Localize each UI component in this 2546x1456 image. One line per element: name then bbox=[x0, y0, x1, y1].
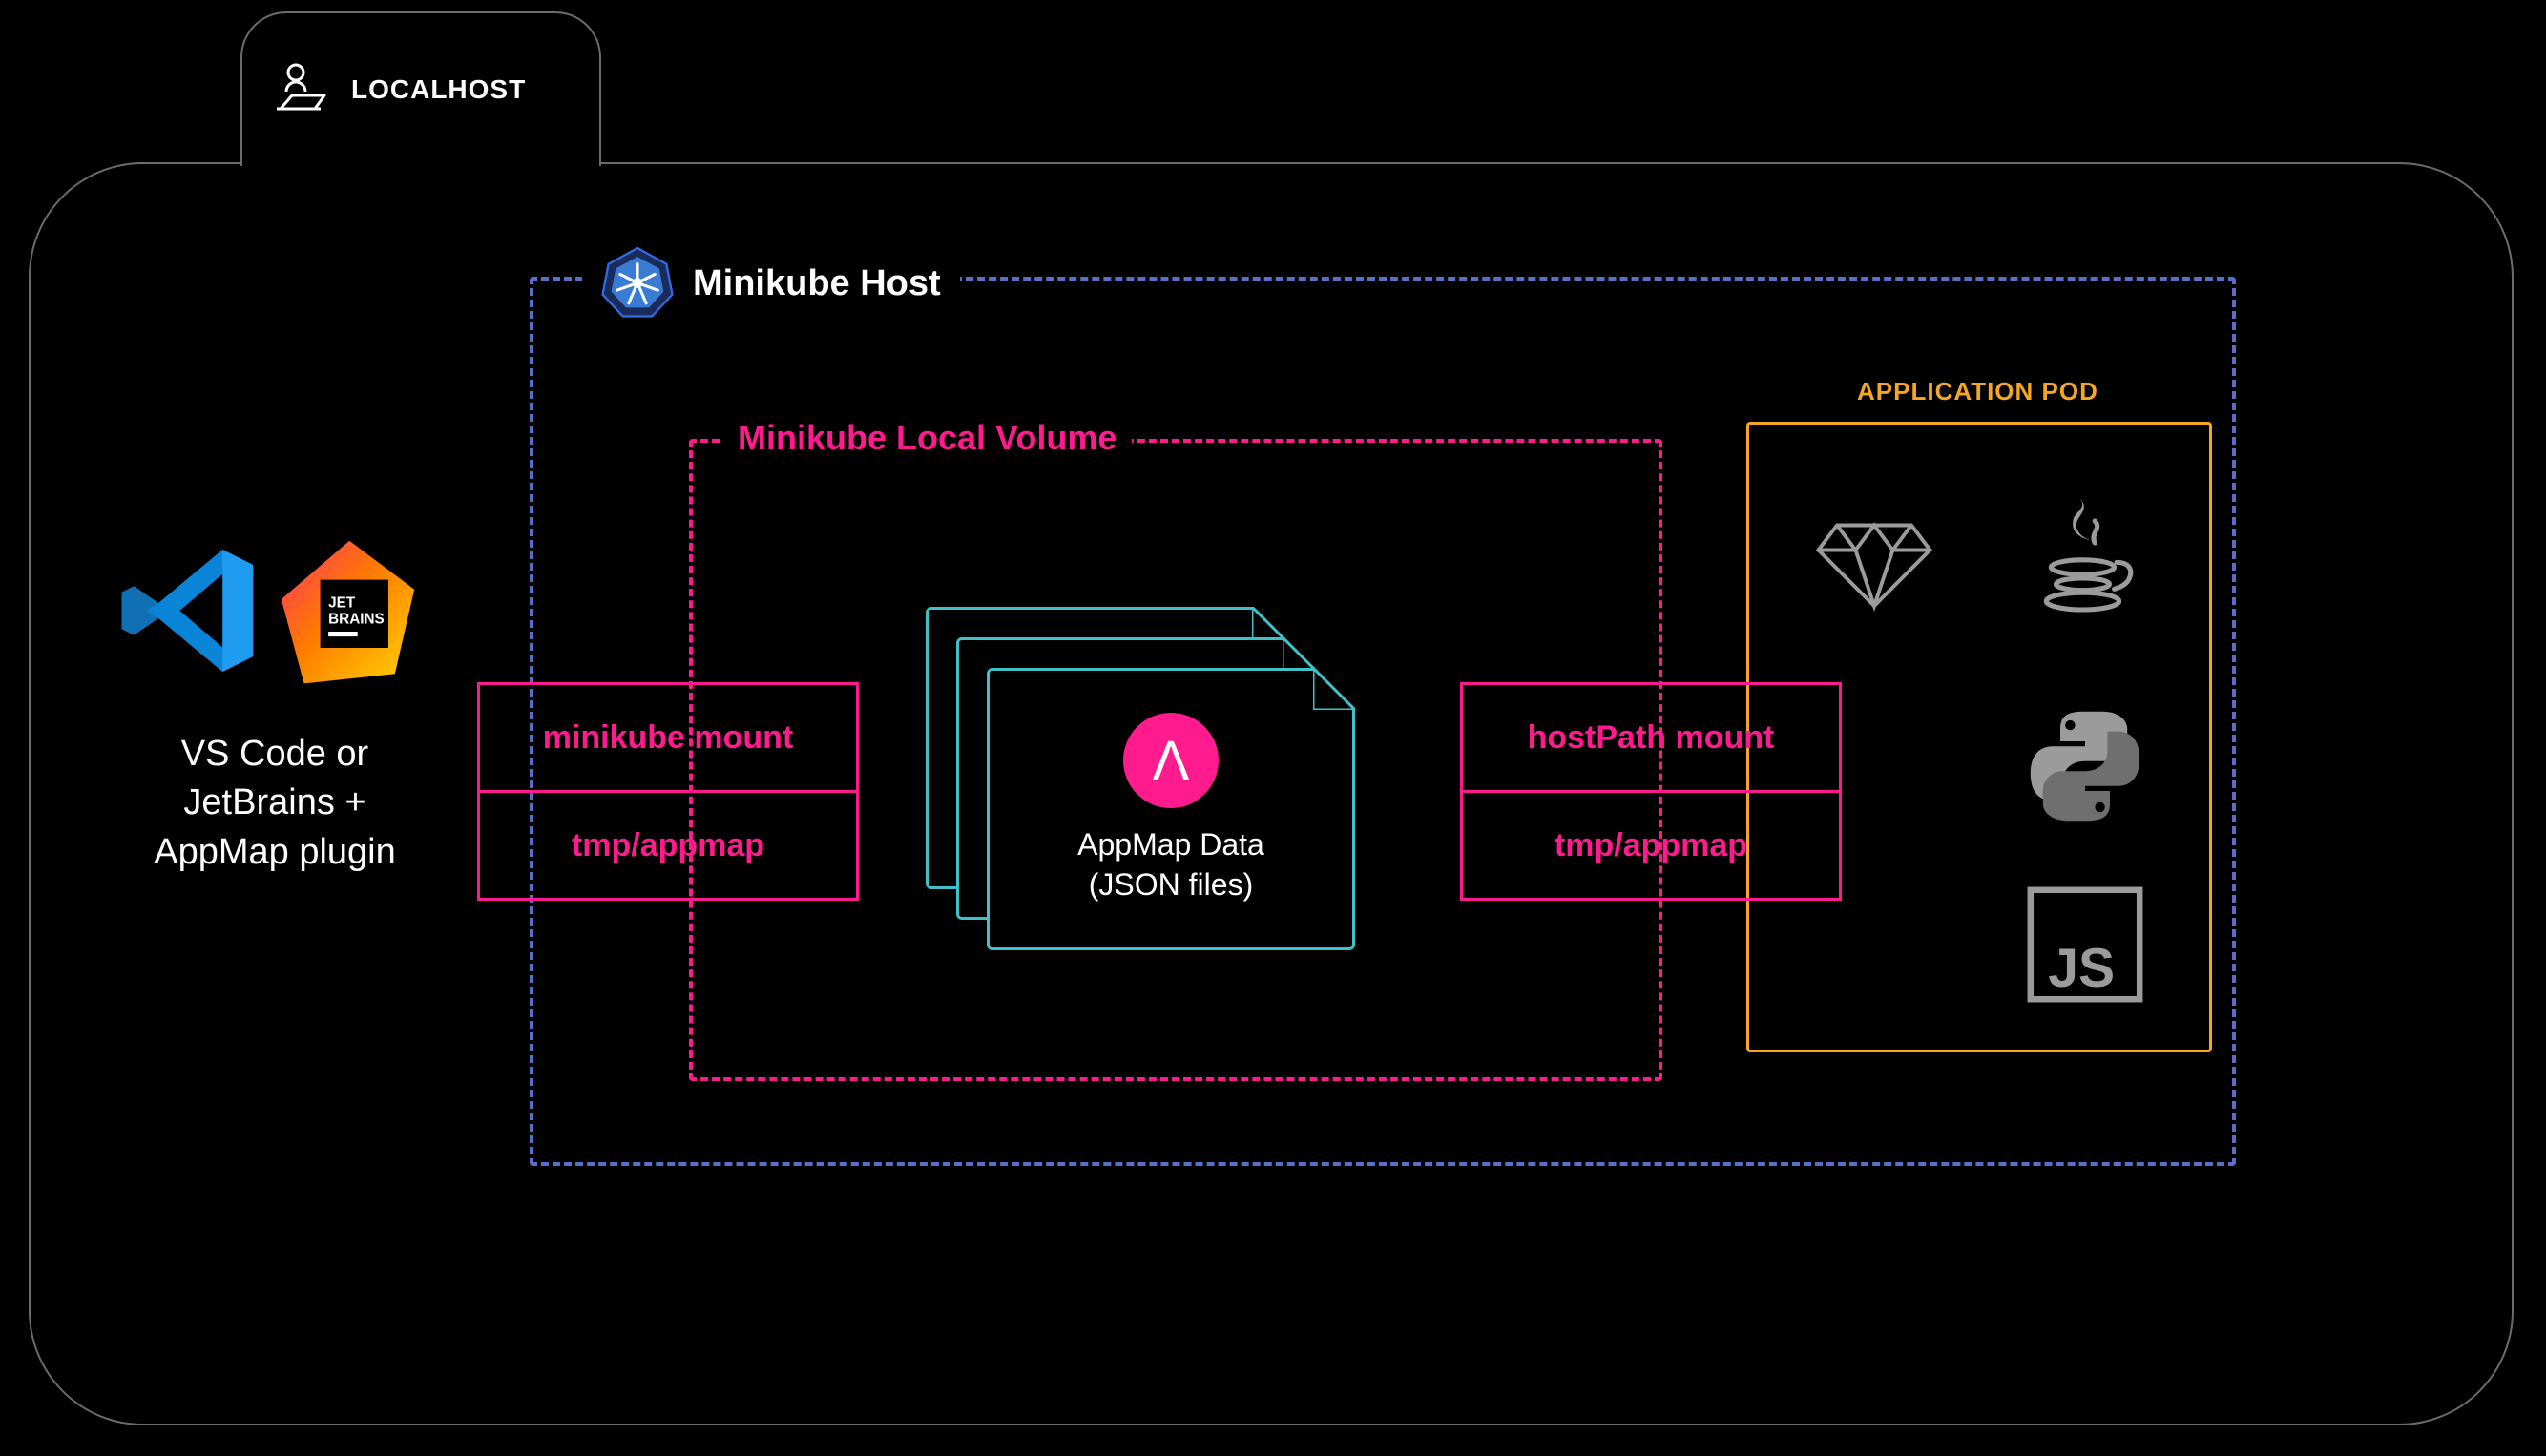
svg-text:BRAINS: BRAINS bbox=[328, 612, 385, 628]
python-icon bbox=[2023, 704, 2147, 833]
appmap-data-card-front: Λ AppMap Data (JSON files) bbox=[987, 668, 1355, 950]
appmap-data-caption: AppMap Data (JSON files) bbox=[1077, 825, 1264, 905]
ruby-icon bbox=[1812, 494, 1936, 623]
ide-caption: VS Code or JetBrains + AppMap plugin bbox=[84, 730, 466, 877]
appmap-data-subtitle: (JSON files) bbox=[1077, 865, 1264, 905]
minikube-host-title: Minikube Host bbox=[582, 245, 960, 322]
hostpath-mount-label: hostPath mount bbox=[1463, 685, 1839, 790]
ide-caption-line3: AppMap plugin bbox=[84, 828, 466, 877]
hostpath-mount-path: tmp/appmap bbox=[1463, 790, 1839, 898]
application-pod-label: APPLICATION POD bbox=[1857, 377, 2098, 406]
minikube-mount-label: minikube mount bbox=[480, 685, 856, 790]
svg-text:JS: JS bbox=[2048, 938, 2115, 999]
hostpath-mount-box: hostPath mount tmp/appmap bbox=[1460, 682, 1842, 901]
localhost-tab: LOCALHOST bbox=[240, 11, 601, 166]
ide-caption-line2: JetBrains + bbox=[84, 779, 466, 827]
minikube-local-volume-label: Minikube Local Volume bbox=[722, 418, 1132, 458]
javascript-icon: JS bbox=[2023, 883, 2147, 1011]
kubernetes-icon bbox=[601, 245, 674, 322]
ide-cluster: JET BRAINS VS Code or JetBrains + AppMap… bbox=[84, 534, 466, 877]
appmap-logo-icon: Λ bbox=[1123, 713, 1219, 808]
localhost-label: LOCALHOST bbox=[351, 74, 526, 105]
jetbrains-icon: JET BRAINS bbox=[275, 534, 437, 701]
vscode-icon bbox=[113, 534, 265, 701]
java-icon bbox=[2023, 489, 2147, 628]
appmap-data-title: AppMap Data bbox=[1077, 825, 1264, 865]
ide-caption-line1: VS Code or bbox=[84, 730, 466, 779]
minikube-mount-box: minikube mount tmp/appmap bbox=[477, 682, 859, 901]
minikube-host-label: Minikube Host bbox=[693, 263, 941, 304]
person-laptop-icon bbox=[273, 61, 330, 119]
minikube-mount-path: tmp/appmap bbox=[480, 790, 856, 898]
diagram-canvas: LOCALHOST Minikube Host bbox=[0, 0, 2546, 1456]
svg-text:JET: JET bbox=[328, 595, 356, 612]
